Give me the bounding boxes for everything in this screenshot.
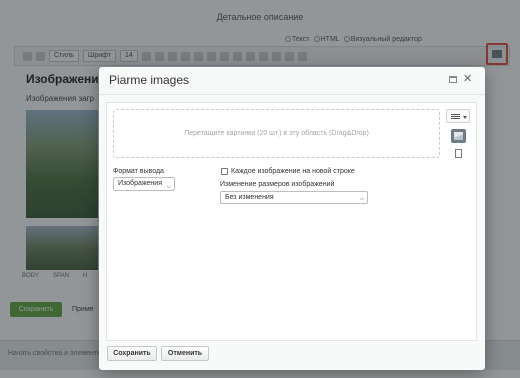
resize-label: Изменение размеров изображений — [220, 181, 335, 188]
image-view-icon[interactable] — [451, 129, 466, 143]
newline-checkbox[interactable] — [221, 168, 228, 175]
format-label: Формат вывода — [113, 168, 164, 175]
view-menu-button[interactable] — [446, 109, 470, 123]
chevron-down-icon — [463, 116, 467, 119]
image-dropzone[interactable]: Перетащите картинки (20 шт.) в эту облас… — [113, 109, 440, 158]
dropzone-text: Перетащите картинки (20 шт.) в эту облас… — [184, 130, 369, 137]
menu-icon — [451, 114, 460, 119]
save-button[interactable]: Сохранить — [107, 346, 157, 361]
newline-option[interactable]: Каждое изображение на новой строке — [221, 168, 355, 175]
format-select-value: Изображения — [118, 180, 162, 187]
piarme-images-dialog: Piarme images ✕ Перетащите картинки (20 … — [99, 67, 485, 370]
dialog-title: Piarme images — [109, 73, 190, 87]
file-view-icon[interactable] — [455, 149, 462, 158]
newline-checkbox-label: Каждое изображение на новой строке — [231, 168, 355, 175]
close-icon[interactable]: ✕ — [463, 73, 472, 85]
maximize-icon[interactable] — [449, 76, 457, 83]
cancel-button[interactable]: Отменить — [161, 346, 209, 361]
dialog-body: Перетащите картинки (20 шт.) в эту облас… — [106, 102, 477, 341]
dialog-header: Piarme images ✕ — [99, 67, 485, 95]
format-select[interactable]: Изображения ⌵ — [113, 177, 175, 191]
chevron-down-icon: ⌵ — [359, 196, 364, 202]
resize-select-value: Без изменения — [225, 194, 274, 201]
resize-select[interactable]: Без изменения ⌵ — [220, 191, 368, 204]
chevron-down-icon: ⌵ — [166, 184, 171, 190]
